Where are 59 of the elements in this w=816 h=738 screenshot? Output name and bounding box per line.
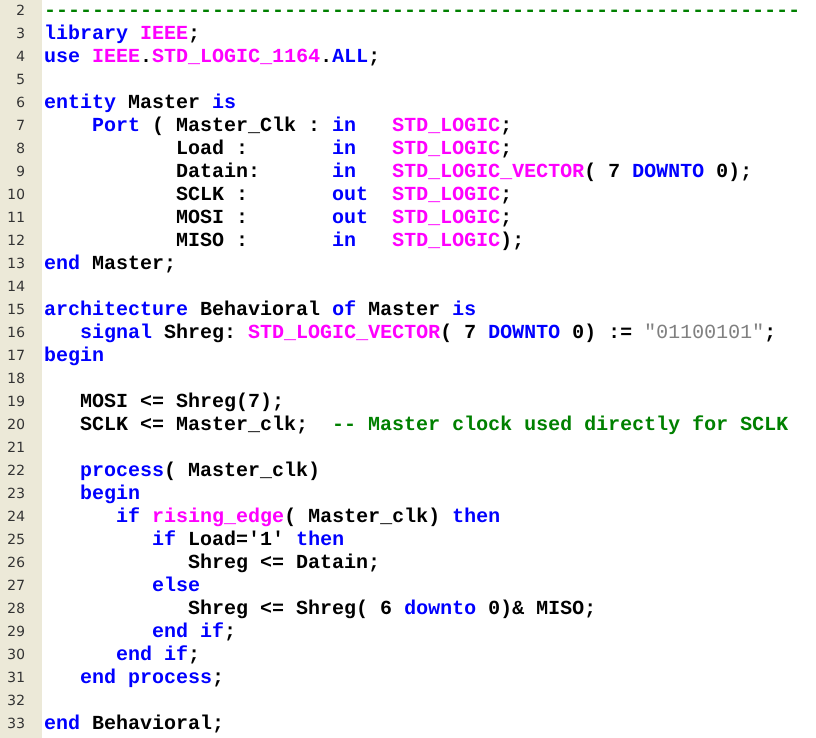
code-line: end Master; <box>44 254 176 276</box>
line-number: 27 <box>6 578 26 595</box>
code-line: MISO : in STD_LOGIC); <box>175 230 524 252</box>
code-line: end process; <box>79 668 224 690</box>
line-number: 9 <box>15 164 26 181</box>
line-number: 6 <box>15 95 26 112</box>
code-line: Datain: in STD_LOGIC_VECTOR( 7 DOWNTO 0); <box>175 162 752 184</box>
code-line: --------------------------------------------------------------- <box>44 0 800 22</box>
code-line: architecture Behavioral of Master is <box>44 300 476 322</box>
code-line: begin <box>79 484 140 506</box>
line-number: 30 <box>6 647 26 664</box>
line-number: 10 <box>6 187 26 204</box>
code-line: signal Shreg: STD_LOGIC_VECTOR( 7 DOWNTO 0) := "01100101"; <box>79 322 776 344</box>
line-number: 3 <box>15 26 26 43</box>
line-number: 25 <box>6 532 26 549</box>
code-line: SCLK : out STD_LOGIC; <box>175 184 512 206</box>
line-number: 8 <box>15 141 26 158</box>
code-line: begin <box>44 346 104 368</box>
line-number: 7 <box>15 118 26 135</box>
line-number: 31 <box>6 670 26 687</box>
code-line: process( Master_clk) <box>79 460 320 482</box>
line-number: 29 <box>6 624 26 641</box>
code-line: entity Master is <box>44 92 236 114</box>
line-number: 15 <box>6 302 26 319</box>
line-number: 33 <box>6 716 26 733</box>
code-line: end if; <box>151 622 236 644</box>
line-number: 11 <box>6 210 26 227</box>
line-number: 18 <box>6 371 26 388</box>
line-number: 16 <box>6 325 26 342</box>
code-line: end if; <box>115 644 200 666</box>
code-line: MOSI <= Shreg(7); <box>79 392 284 414</box>
code-line: Port ( Master_Clk : in STD_LOGIC; <box>91 116 512 138</box>
code-line: if Load='1' then <box>151 530 344 552</box>
code-line: MOSI : out STD_LOGIC; <box>175 208 512 230</box>
line-number: 4 <box>15 49 26 66</box>
line-number: 21 <box>6 440 26 457</box>
line-number: 14 <box>6 279 26 296</box>
line-number: 24 <box>6 509 26 526</box>
line-number: 23 <box>6 486 26 503</box>
code-line: Load : in STD_LOGIC; <box>175 138 512 160</box>
line-number: 13 <box>6 256 26 273</box>
line-number: 26 <box>6 555 26 572</box>
line-number: 22 <box>6 463 26 480</box>
code-line: if rising_edge( Master_clk) then <box>115 506 500 528</box>
line-number: 2 <box>15 3 26 20</box>
code-line: Shreg <= Datain; <box>187 552 380 574</box>
line-number: 28 <box>6 601 26 618</box>
line-number: 32 <box>6 693 26 710</box>
code-line: Shreg <= Shreg( 6 downto 0)& MISO; <box>187 598 596 620</box>
code-line: SCLK <= Master_clk; -- Master clock used directly for SCLK <box>79 414 788 436</box>
line-number: 20 <box>6 417 26 434</box>
line-number: 19 <box>6 394 26 411</box>
code-line: use IEEE.STD_LOGIC_1164.ALL; <box>44 46 380 68</box>
line-number: 5 <box>15 72 26 89</box>
code-line: end Behavioral; <box>44 714 224 736</box>
code-line: library IEEE; <box>44 24 200 46</box>
line-number: 12 <box>6 233 26 250</box>
code-line: else <box>151 576 200 598</box>
line-number: 17 <box>6 348 26 365</box>
